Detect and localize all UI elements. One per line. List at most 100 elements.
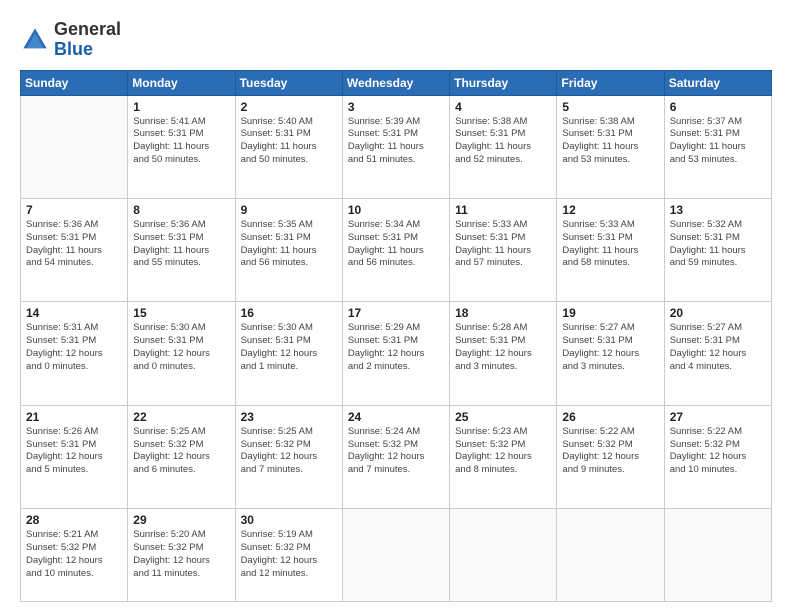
day-info: Sunrise: 5:29 AMSunset: 5:31 PMDaylight:… [348,322,444,373]
day-number: 27 [670,410,766,424]
calendar-cell: 27 Sunrise: 5:22 AMSunset: 5:32 PMDayligh… [664,405,771,508]
day-info: Sunrise: 5:23 AMSunset: 5:32 PMDaylight:… [455,426,551,477]
page: General Blue SundayMondayTuesdayWednesda… [0,0,792,612]
calendar-cell: 15 Sunrise: 5:30 AMSunset: 5:31 PMDayligh… [128,302,235,405]
calendar-table: SundayMondayTuesdayWednesdayThursdayFrid… [20,70,772,602]
day-info: Sunrise: 5:24 AMSunset: 5:32 PMDaylight:… [348,426,444,477]
calendar-cell: 23Sunrise: 5:25 AMSunset: 5:32 PMDayligh… [235,405,342,508]
day-info: Sunrise: 5:30 AMSunset: 5:31 PMDaylight:… [133,322,229,373]
day-number: 14 [26,306,122,320]
calendar-week-row: 7Sunrise: 5:36 AMSunset: 5:31 PMDaylight… [21,199,772,302]
day-info: Sunrise: 5:30 AMSunset: 5:31 PMDaylight:… [241,322,337,373]
day-number: 13 [670,203,766,217]
calendar-week-row: 1 Sunrise: 5:41 AMSunset: 5:31 PMDaylight… [21,95,772,198]
day-info: Sunrise: 5:38 AMSunset: 5:31 PMDaylight:… [455,116,551,167]
weekday-header-tuesday: Tuesday [235,70,342,95]
day-info: Sunrise: 5:25 AMSunset: 5:32 PMDaylight:… [133,426,229,477]
day-number: 28 [26,513,122,527]
day-number: 8 [133,203,229,217]
day-info: Sunrise: 5:41 AMSunset: 5:31 PMDaylight:… [133,116,229,167]
calendar-cell: 18 Sunrise: 5:28 AMSunset: 5:31 PMDayligh… [450,302,557,405]
weekday-header-friday: Friday [557,70,664,95]
day-number: 6 [670,100,766,114]
day-number: 10 [348,203,444,217]
day-info: Sunrise: 5:37 AMSunset: 5:31 PMDaylight:… [670,116,766,167]
calendar-cell: 21 Sunrise: 5:26 AMSunset: 5:31 PMDayligh… [21,405,128,508]
calendar-cell: 3Sunrise: 5:39 AMSunset: 5:31 PMDaylight… [342,95,449,198]
calendar-cell: 26 Sunrise: 5:22 AMSunset: 5:32 PMDayligh… [557,405,664,508]
calendar-cell: 22 Sunrise: 5:25 AMSunset: 5:32 PMDayligh… [128,405,235,508]
calendar-cell [450,509,557,602]
day-number: 23 [241,410,337,424]
calendar-cell [557,509,664,602]
day-number: 26 [562,410,658,424]
day-number: 18 [455,306,551,320]
day-number: 2 [241,100,337,114]
weekday-header-sunday: Sunday [21,70,128,95]
logo-icon [20,25,50,55]
calendar-cell: 2 Sunrise: 5:40 AMSunset: 5:31 PMDaylight… [235,95,342,198]
day-info: Sunrise: 5:27 AMSunset: 5:31 PMDaylight:… [670,322,766,373]
day-number: 1 [133,100,229,114]
calendar-cell: 10 Sunrise: 5:34 AMSunset: 5:31 PMDayligh… [342,199,449,302]
weekday-header-saturday: Saturday [664,70,771,95]
calendar-cell: 29 Sunrise: 5:20 AMSunset: 5:32 PMDayligh… [128,509,235,602]
day-info: Sunrise: 5:32 AMSunset: 5:31 PMDaylight:… [670,219,766,270]
day-number: 20 [670,306,766,320]
calendar-cell: 12 Sunrise: 5:33 AMSunset: 5:31 PMDayligh… [557,199,664,302]
day-info: Sunrise: 5:22 AMSunset: 5:32 PMDaylight:… [670,426,766,477]
calendar-cell: 25 Sunrise: 5:23 AMSunset: 5:32 PMDayligh… [450,405,557,508]
calendar-cell: 8 Sunrise: 5:36 AMSunset: 5:31 PMDaylight… [128,199,235,302]
day-info: Sunrise: 5:33 AMSunset: 5:31 PMDaylight:… [455,219,551,270]
day-number: 25 [455,410,551,424]
weekday-header-thursday: Thursday [450,70,557,95]
day-info: Sunrise: 5:40 AMSunset: 5:31 PMDaylight:… [241,116,337,167]
day-info: Sunrise: 5:20 AMSunset: 5:32 PMDaylight:… [133,529,229,580]
calendar-cell: 28 Sunrise: 5:21 AMSunset: 5:32 PMDayligh… [21,509,128,602]
day-number: 15 [133,306,229,320]
day-info: Sunrise: 5:21 AMSunset: 5:32 PMDaylight:… [26,529,122,580]
calendar-cell: 30Sunrise: 5:19 AMSunset: 5:32 PMDayligh… [235,509,342,602]
day-number: 16 [241,306,337,320]
day-info: Sunrise: 5:39 AMSunset: 5:31 PMDaylight:… [348,116,444,167]
calendar-week-row: 21 Sunrise: 5:26 AMSunset: 5:31 PMDayligh… [21,405,772,508]
day-number: 17 [348,306,444,320]
calendar-cell: 17 Sunrise: 5:29 AMSunset: 5:31 PMDayligh… [342,302,449,405]
day-number: 4 [455,100,551,114]
calendar-cell: 14 Sunrise: 5:31 AMSunset: 5:31 PMDayligh… [21,302,128,405]
calendar-week-row: 14 Sunrise: 5:31 AMSunset: 5:31 PMDayligh… [21,302,772,405]
day-info: Sunrise: 5:36 AMSunset: 5:31 PMDaylight:… [26,219,122,270]
calendar-cell [21,95,128,198]
calendar-week-row: 28 Sunrise: 5:21 AMSunset: 5:32 PMDayligh… [21,509,772,602]
header: General Blue [20,20,772,60]
day-info: Sunrise: 5:31 AMSunset: 5:31 PMDaylight:… [26,322,122,373]
day-number: 5 [562,100,658,114]
day-number: 24 [348,410,444,424]
day-info: Sunrise: 5:36 AMSunset: 5:31 PMDaylight:… [133,219,229,270]
weekday-header-wednesday: Wednesday [342,70,449,95]
day-info: Sunrise: 5:22 AMSunset: 5:32 PMDaylight:… [562,426,658,477]
day-number: 22 [133,410,229,424]
calendar-cell: 16 Sunrise: 5:30 AMSunset: 5:31 PMDayligh… [235,302,342,405]
weekday-header-monday: Monday [128,70,235,95]
day-info: Sunrise: 5:27 AMSunset: 5:31 PMDaylight:… [562,322,658,373]
day-info: Sunrise: 5:33 AMSunset: 5:31 PMDaylight:… [562,219,658,270]
day-info: Sunrise: 5:34 AMSunset: 5:31 PMDaylight:… [348,219,444,270]
day-number: 29 [133,513,229,527]
day-number: 9 [241,203,337,217]
day-number: 19 [562,306,658,320]
day-number: 21 [26,410,122,424]
calendar-cell: 6 Sunrise: 5:37 AMSunset: 5:31 PMDaylight… [664,95,771,198]
calendar-cell: 7Sunrise: 5:36 AMSunset: 5:31 PMDaylight… [21,199,128,302]
day-info: Sunrise: 5:28 AMSunset: 5:31 PMDaylight:… [455,322,551,373]
calendar-cell: 11Sunrise: 5:33 AMSunset: 5:31 PMDayligh… [450,199,557,302]
day-info: Sunrise: 5:26 AMSunset: 5:31 PMDaylight:… [26,426,122,477]
calendar-cell [342,509,449,602]
day-info: Sunrise: 5:35 AMSunset: 5:31 PMDaylight:… [241,219,337,270]
calendar-cell: 5Sunrise: 5:38 AMSunset: 5:31 PMDaylight… [557,95,664,198]
logo-text: General Blue [54,20,121,60]
calendar-cell: 24 Sunrise: 5:24 AMSunset: 5:32 PMDayligh… [342,405,449,508]
calendar-cell: 13 Sunrise: 5:32 AMSunset: 5:31 PMDayligh… [664,199,771,302]
day-number: 12 [562,203,658,217]
calendar-header-row: SundayMondayTuesdayWednesdayThursdayFrid… [21,70,772,95]
